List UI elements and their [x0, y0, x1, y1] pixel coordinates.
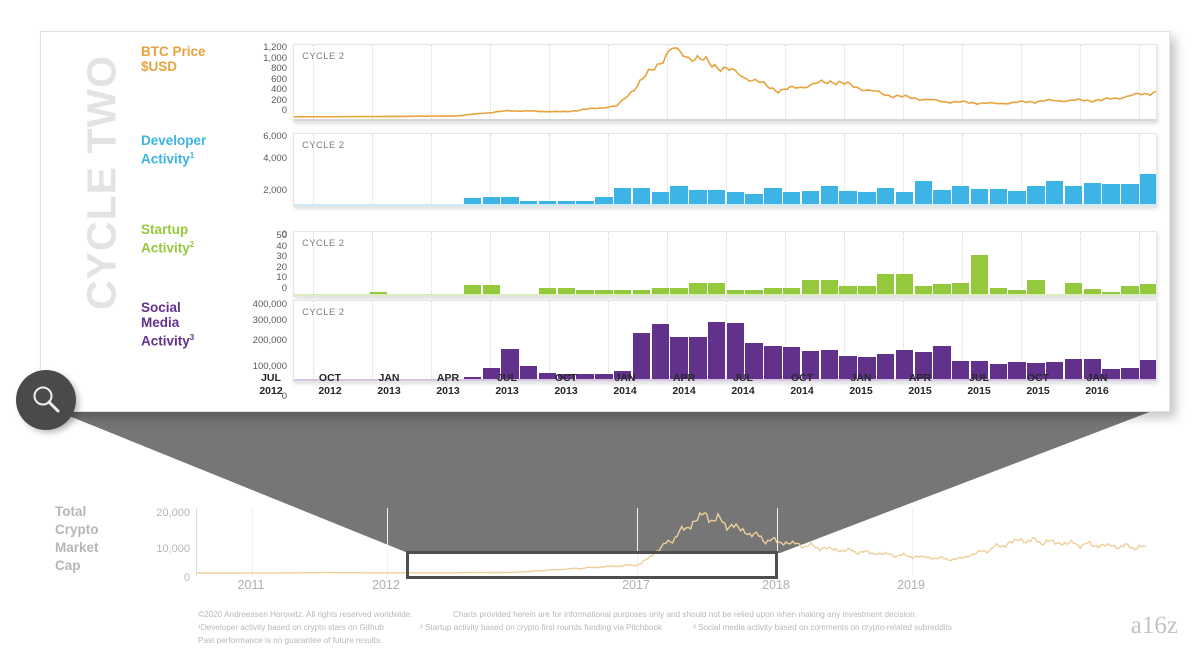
xaxis-tick: OCT 2013	[554, 372, 578, 397]
plot-btc-price: CYCLE 2	[293, 44, 1157, 122]
plot-startup-activity: CYCLE 2	[293, 231, 1157, 297]
plot-tag-social-media-activity: CYCLE 2	[302, 307, 345, 318]
bar	[1102, 184, 1120, 206]
xaxis-tick: JUL 2012	[259, 372, 283, 397]
bar	[1046, 180, 1064, 206]
footnote-mark-2: 2	[189, 240, 195, 249]
overview-xaxis-tick: 2017	[622, 578, 650, 592]
row-label-social-media-activity: Social Media Activity3	[141, 300, 195, 349]
xaxis-tick: OCT 2012	[318, 372, 342, 397]
zoom-selection-box[interactable]	[406, 551, 778, 579]
row-label-developer-activity: Developer Activity1	[141, 133, 207, 167]
a16z-logo: a16z	[1130, 612, 1178, 639]
bar	[970, 255, 989, 296]
plot-developer-activity: CYCLE 2	[293, 133, 1157, 207]
footer-note-3: ³ Social media activity based on comment…	[693, 623, 952, 632]
bars-developer-activity	[294, 134, 1156, 206]
footer-disclaimer: Charts provided herein are for informati…	[453, 610, 917, 619]
footnote-mark-1: 1	[189, 151, 195, 160]
footer-note-1: ¹Developer activity based on crypto star…	[198, 623, 384, 632]
bar	[1139, 360, 1156, 381]
row-label-startup-activity: Startup Activity2	[141, 222, 195, 256]
overview-xaxis-tick: 2012	[372, 578, 400, 592]
bar	[1121, 183, 1139, 206]
magnifier-icon[interactable]	[16, 370, 76, 430]
baseline-developer-activity	[294, 204, 1156, 206]
bar	[1083, 183, 1101, 206]
baseline-btc-price	[294, 119, 1156, 121]
xaxis-tick: JAN 2016	[1085, 372, 1109, 397]
bar	[895, 274, 914, 296]
xaxis-tick: JAN 2014	[613, 372, 637, 397]
xaxis-tick: OCT 2014	[790, 372, 814, 397]
yaxis-btc-price: 1,200 1,000 800 600 400 200 0	[263, 42, 287, 116]
row-label-btc-price: BTC Price $USD	[141, 44, 206, 74]
xaxis-tick: OCT 2015	[1026, 372, 1050, 397]
panel-side-title: CYCLE TWO	[78, 55, 125, 310]
footnote-mark-3: 3	[189, 333, 195, 342]
zoom-panel: CYCLE TWO BTC Price $USD 1,200 1,000 800…	[40, 31, 1170, 412]
footer-note-2: ² Startup activity based on crypto first…	[420, 623, 663, 632]
xaxis-tick: APR 2013	[436, 372, 460, 397]
xaxis-tick: JUL 2013	[495, 372, 519, 397]
xaxis-tick: APR 2014	[672, 372, 696, 397]
bars-social-media-activity	[294, 301, 1156, 381]
plot-tag-startup-activity: CYCLE 2	[302, 238, 345, 249]
overview-xaxis-tick: 2011	[237, 578, 265, 592]
overview-label: Total Crypto Market Cap	[55, 504, 99, 573]
bar	[1139, 174, 1156, 206]
footer-copyright: ©2020 Andreessen Horowitz. All rights re…	[198, 610, 413, 619]
bar	[876, 274, 895, 296]
overview-xaxis-tick: 2018	[762, 578, 790, 592]
yaxis-developer-activity: 6,000 4,000 2,000 0	[263, 131, 287, 240]
xaxis-tick: APR 2015	[908, 372, 932, 397]
plot-tag-developer-activity: CYCLE 2	[302, 140, 345, 151]
overview-xaxis-labels: 2011 2012 2017 2018 2019	[196, 578, 1146, 596]
xaxis-labels: JUL 2012 OCT 2012 JAN 2013 APR 2013 JUL 2013 OCT 20…	[252, 372, 1116, 406]
magnifier-glyph	[33, 386, 60, 413]
plot-social-media-activity: CYCLE 2	[293, 300, 1157, 382]
xaxis-tick: JUL 2015	[967, 372, 991, 397]
line-series-btc-price	[294, 45, 1156, 121]
bar	[1027, 185, 1045, 206]
xaxis-tick: JAN 2013	[377, 372, 401, 397]
baseline-startup-activity	[294, 294, 1156, 296]
footer-past-performance: Past performance is no guarantee of futu…	[198, 636, 383, 645]
plot-tag-btc-price: CYCLE 2	[302, 51, 345, 62]
btc-price-line	[294, 48, 1156, 117]
overview-xaxis-tick: 2019	[897, 578, 925, 592]
bar	[914, 180, 932, 206]
yaxis-startup-activity: 50 40 30 20 10 0	[276, 230, 287, 294]
bars-startup-activity	[294, 232, 1156, 296]
xaxis-tick: JUL 2014	[731, 372, 755, 397]
xaxis-tick: JAN 2015	[849, 372, 873, 397]
